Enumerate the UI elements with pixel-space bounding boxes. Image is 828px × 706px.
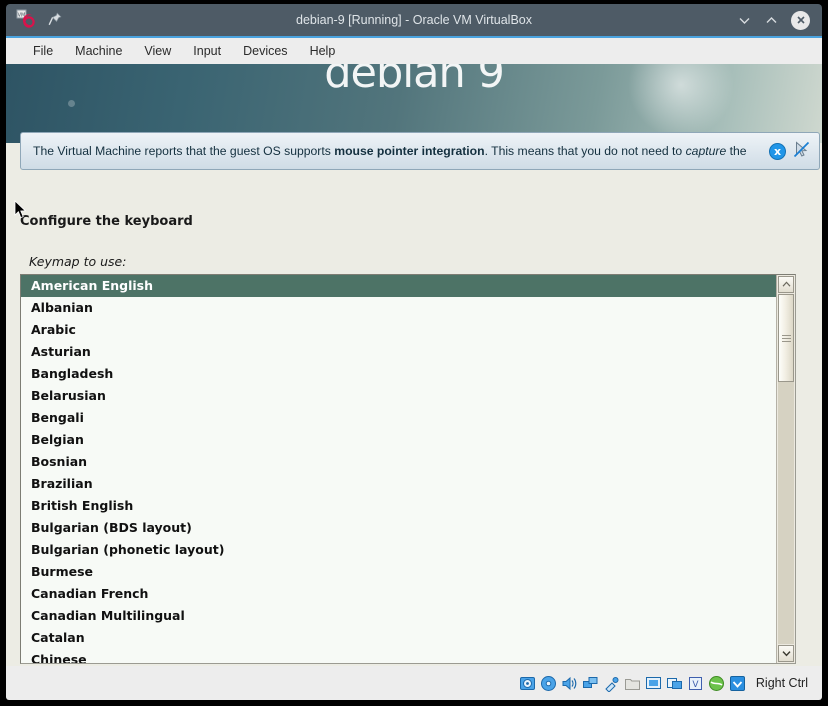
scrollbar-track[interactable]	[778, 294, 794, 644]
menu-item-input[interactable]: Input	[182, 41, 232, 61]
status-bar: V Right Ctrl	[6, 666, 822, 700]
shared-folder-icon[interactable]	[624, 675, 641, 692]
window-controls	[702, 11, 822, 30]
virtualbox-window: VM debian-9 [Running] - Oracle VM Virtua…	[0, 0, 828, 706]
installer-panel: Configure the keyboard Keymap to use: Am…	[6, 143, 822, 666]
display-icon[interactable]	[645, 675, 662, 692]
keymap-list-item[interactable]: Bosnian	[21, 451, 776, 473]
scrollbar-thumb[interactable]	[778, 294, 794, 382]
notification-text-part2: . This means that you do not need to	[485, 144, 686, 158]
keymap-list-item[interactable]: Bulgarian (BDS layout)	[21, 517, 776, 539]
scrollbar-thumb-grip-icon	[782, 333, 791, 344]
globe-icon[interactable]	[708, 675, 725, 692]
menu-item-file[interactable]: File	[22, 41, 64, 61]
host-key-label: Right Ctrl	[756, 676, 808, 690]
keymap-list-item[interactable]: Bangladesh	[21, 363, 776, 385]
recording-icon[interactable]	[666, 675, 683, 692]
keymap-listbox[interactable]: American EnglishAlbanianArabicAsturianBa…	[20, 274, 796, 664]
virtualization-icon[interactable]: V	[687, 675, 704, 692]
keymap-list-item[interactable]: Belarusian	[21, 385, 776, 407]
window-title: debian-9 [Running] - Oracle VM VirtualBo…	[126, 13, 702, 27]
notification-message: The Virtual Machine reports that the gue…	[33, 144, 769, 158]
keymap-list-item[interactable]: Canadian Multilingual	[21, 605, 776, 627]
banner-dot-decoration	[68, 100, 75, 107]
keymap-list-item[interactable]: Arabic	[21, 319, 776, 341]
menu-item-view[interactable]: View	[133, 41, 182, 61]
keymap-list-item[interactable]: British English	[21, 495, 776, 517]
audio-icon[interactable]	[561, 675, 578, 692]
menu-item-devices[interactable]: Devices	[232, 41, 298, 61]
minimize-button[interactable]	[737, 13, 752, 28]
keymap-list-viewport[interactable]: American EnglishAlbanianArabicAsturianBa…	[21, 275, 776, 663]
menu-item-machine[interactable]: Machine	[64, 41, 133, 61]
keymap-scrollbar[interactable]	[776, 275, 795, 663]
keymap-list-item[interactable]: Bulgarian (phonetic layout)	[21, 539, 776, 561]
notification-bar: The Virtual Machine reports that the gue…	[20, 132, 820, 170]
keymap-list-item[interactable]: Albanian	[21, 297, 776, 319]
scroll-up-arrow-icon[interactable]	[778, 276, 794, 293]
debian-swirl-icon: VM	[16, 9, 38, 31]
keymap-list-item[interactable]: Burmese	[21, 561, 776, 583]
mouse-pointer-disabled-icon[interactable]	[792, 140, 811, 163]
title-bar-left-icons: VM	[6, 9, 126, 31]
optical-disc-icon[interactable]	[540, 675, 557, 692]
pin-icon[interactable]	[48, 11, 62, 30]
vm-guest-screen: debian 9 Configure the keyboard Keymap t…	[6, 64, 822, 666]
keymap-list-item[interactable]: Canadian French	[21, 583, 776, 605]
maximize-button[interactable]	[764, 13, 779, 28]
title-bar: VM debian-9 [Running] - Oracle VM Virtua…	[6, 4, 822, 36]
network-icon[interactable]	[582, 675, 599, 692]
menu-item-help[interactable]: Help	[299, 41, 347, 61]
keymap-list-item[interactable]: Catalan	[21, 627, 776, 649]
hard-disk-icon[interactable]	[519, 675, 536, 692]
keymap-list-item[interactable]: Asturian	[21, 341, 776, 363]
keymap-list-item[interactable]: American English	[21, 275, 776, 297]
svg-text:V: V	[692, 680, 699, 690]
notification-text-part3: the	[726, 144, 746, 158]
keymap-list-item[interactable]: Chinese	[21, 649, 776, 663]
usb-icon[interactable]	[603, 675, 620, 692]
notification-text-part1: The Virtual Machine reports that the gue…	[33, 144, 334, 158]
keymap-list-item[interactable]: Brazilian	[21, 473, 776, 495]
notification-close-button[interactable]: x	[769, 143, 786, 160]
page-title: Configure the keyboard	[20, 214, 193, 229]
menu-bar: File Machine View Input Devices Help	[6, 38, 822, 64]
keymap-field-label: Keymap to use:	[29, 254, 126, 269]
down-arrow-icon[interactable]	[729, 675, 746, 692]
scroll-down-arrow-icon[interactable]	[778, 645, 794, 662]
notification-text-bold: mouse pointer integration	[334, 144, 484, 158]
keymap-list-item[interactable]: Belgian	[21, 429, 776, 451]
banner-title: debian 9	[6, 64, 822, 98]
notification-text-italic: capture	[686, 144, 727, 158]
close-button[interactable]	[791, 11, 810, 30]
keymap-list-item[interactable]: Bengali	[21, 407, 776, 429]
